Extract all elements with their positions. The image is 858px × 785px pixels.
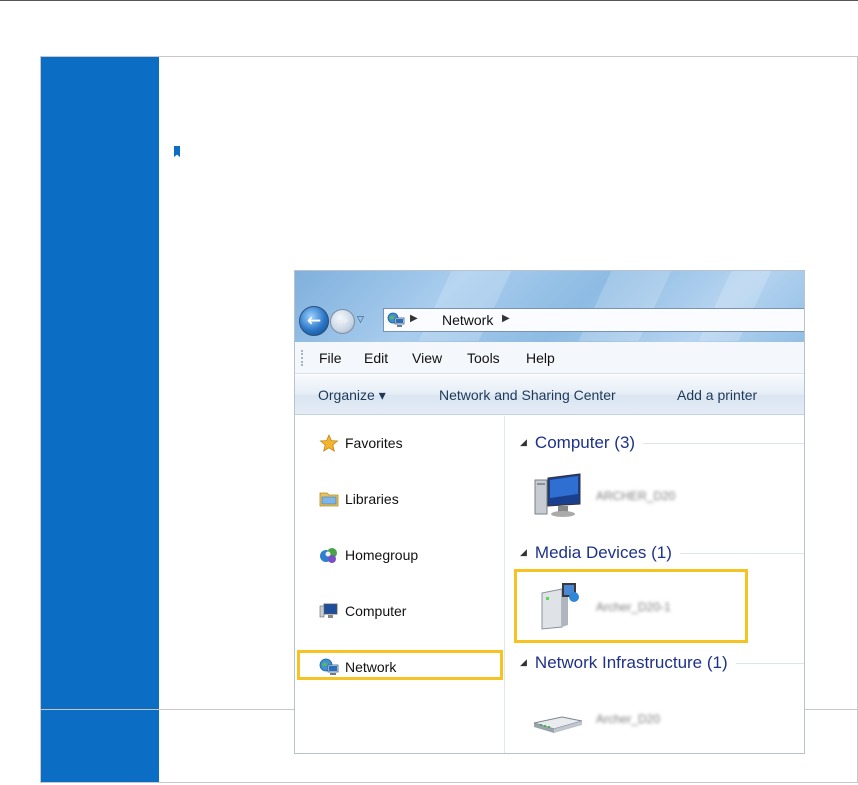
command-toolbar: Organize ▾ Network and Sharing Center Ad… bbox=[295, 375, 804, 415]
forward-arrow-icon: → bbox=[336, 313, 349, 329]
menu-grip bbox=[301, 350, 303, 366]
nav-item-libraries[interactable]: Libraries bbox=[319, 487, 399, 511]
add-printer-button[interactable]: Add a printer bbox=[677, 387, 757, 403]
group-divider bbox=[679, 552, 804, 554]
network-highlight-box bbox=[297, 650, 503, 680]
group-header-computer[interactable]: ◢ Computer (3) bbox=[520, 431, 804, 455]
computer-icon bbox=[319, 603, 338, 618]
forward-button[interactable]: → bbox=[330, 309, 355, 334]
collapse-triangle-icon: ◢ bbox=[520, 438, 527, 448]
group-header-media-devices[interactable]: ◢ Media Devices (1) bbox=[520, 541, 804, 565]
menu-file[interactable]: File bbox=[319, 350, 342, 366]
menu-help[interactable]: Help bbox=[526, 350, 555, 366]
libraries-icon bbox=[319, 492, 339, 507]
bookmark-bullet-icon bbox=[174, 146, 180, 157]
windows-explorer-screenshot: ← → ▽ ▶ Network ▶ File Edit View Tools H… bbox=[294, 270, 805, 754]
menu-tools[interactable]: Tools bbox=[467, 350, 500, 366]
address-bar[interactable]: ▶ Network ▶ bbox=[383, 308, 804, 332]
navigation-pane: Favorites Libraries Homegroup Computer N… bbox=[295, 416, 505, 753]
device-router[interactable]: Archer_D20 bbox=[532, 691, 660, 747]
menu-bar: File Edit View Tools Help bbox=[295, 342, 804, 374]
back-button[interactable]: ← bbox=[299, 306, 329, 336]
group-divider bbox=[735, 662, 804, 664]
collapse-triangle-icon: ◢ bbox=[520, 658, 527, 668]
back-arrow-icon: ← bbox=[306, 311, 322, 331]
page-top-rule bbox=[0, 0, 858, 1]
router-icon bbox=[533, 716, 583, 733]
menu-edit[interactable]: Edit bbox=[364, 350, 388, 366]
collapse-triangle-icon: ◢ bbox=[520, 548, 527, 558]
note-side-band bbox=[41, 710, 159, 782]
step-side-band bbox=[41, 57, 159, 709]
nav-item-homegroup[interactable]: Homegroup bbox=[319, 543, 418, 567]
homegroup-icon bbox=[320, 548, 337, 563]
group-header-network-infrastructure[interactable]: ◢ Network Infrastructure (1) bbox=[520, 651, 804, 675]
breadcrumb-network[interactable]: Network bbox=[442, 312, 493, 328]
recent-pages-dropdown-icon[interactable]: ▽ bbox=[357, 315, 364, 325]
device-computer[interactable]: ARCHER_D20 bbox=[532, 468, 675, 524]
nav-item-favorites[interactable]: Favorites bbox=[319, 431, 403, 455]
breadcrumb-chevron-icon[interactable]: ▶ bbox=[410, 313, 418, 324]
breadcrumb-chevron-icon[interactable]: ▶ bbox=[502, 313, 510, 324]
menu-view[interactable]: View bbox=[412, 350, 442, 366]
instruction-table: ← → ▽ ▶ Network ▶ File Edit View Tools H… bbox=[40, 56, 858, 783]
media-device-highlight-box bbox=[514, 569, 748, 643]
desktop-computer-icon bbox=[534, 473, 581, 517]
group-divider bbox=[643, 442, 804, 444]
nav-item-computer[interactable]: Computer bbox=[319, 599, 406, 623]
organize-button[interactable]: Organize ▾ bbox=[318, 387, 386, 404]
network-sharing-center-button[interactable]: Network and Sharing Center bbox=[439, 387, 616, 403]
network-icon bbox=[387, 312, 405, 327]
star-icon bbox=[319, 434, 339, 452]
content-pane: ◢ Computer (3) ARCHER_D20 ◢ Media Device… bbox=[506, 416, 804, 753]
explorer-titlebar: ← → ▽ ▶ Network ▶ bbox=[295, 271, 804, 342]
